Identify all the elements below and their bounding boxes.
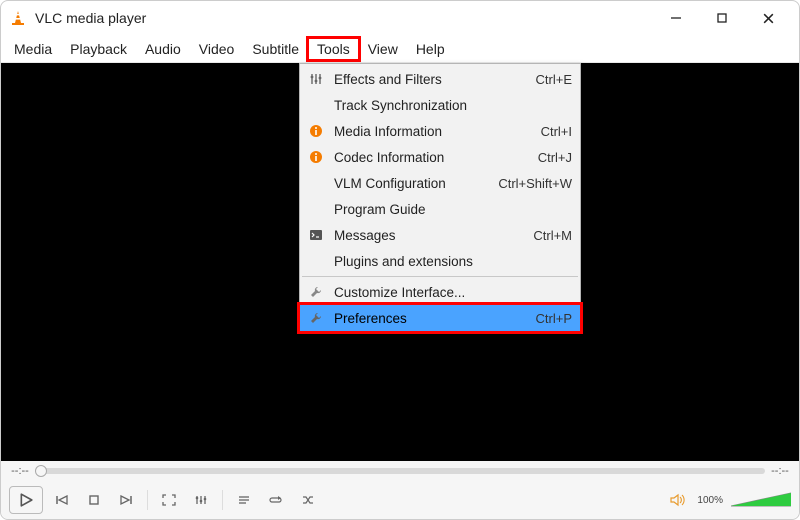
- tools-plugins-extensions[interactable]: Plugins and extensions: [300, 248, 580, 274]
- dd-shortcut: Ctrl+P: [536, 311, 572, 326]
- dd-label: Preferences: [334, 311, 536, 326]
- tools-track-sync[interactable]: Track Synchronization: [300, 92, 580, 118]
- previous-button[interactable]: [49, 488, 75, 512]
- fullscreen-button[interactable]: [156, 488, 182, 512]
- info-icon: [306, 147, 326, 167]
- play-button[interactable]: [9, 486, 43, 514]
- speaker-icon[interactable]: [665, 488, 691, 512]
- dd-label: Messages: [334, 228, 533, 243]
- wrench-icon: [306, 308, 326, 328]
- dd-shortcut: Ctrl+J: [538, 150, 572, 165]
- tools-customize-interface[interactable]: Customize Interface...: [300, 279, 580, 305]
- seekbar-row: --:-- --:--: [1, 461, 799, 481]
- next-button[interactable]: [113, 488, 139, 512]
- minimize-button[interactable]: [653, 3, 699, 33]
- menu-tools[interactable]: Tools: [308, 38, 359, 60]
- playlist-button[interactable]: [231, 488, 257, 512]
- menu-playback[interactable]: Playback: [61, 38, 136, 60]
- menubar: Media Playback Audio Video Subtitle Tool…: [1, 35, 799, 63]
- shuffle-button[interactable]: [295, 488, 321, 512]
- sliders-icon: [306, 69, 326, 89]
- tools-media-info[interactable]: Media Information Ctrl+I: [300, 118, 580, 144]
- dd-label: Program Guide: [334, 202, 572, 217]
- stop-button[interactable]: [81, 488, 107, 512]
- dd-label: Effects and Filters: [334, 72, 536, 87]
- separator: [222, 490, 223, 510]
- dd-shortcut: Ctrl+M: [533, 228, 572, 243]
- extended-settings-button[interactable]: [188, 488, 214, 512]
- seek-slider[interactable]: [35, 468, 765, 474]
- tools-messages[interactable]: Messages Ctrl+M: [300, 222, 580, 248]
- menu-media[interactable]: Media: [5, 38, 61, 60]
- vlc-cone-icon: [9, 9, 27, 27]
- dd-label: VLM Configuration: [334, 176, 498, 191]
- dd-shortcut: Ctrl+E: [536, 72, 572, 87]
- tools-codec-info[interactable]: Codec Information Ctrl+J: [300, 144, 580, 170]
- dd-label: Media Information: [334, 124, 541, 139]
- dd-shortcut: Ctrl+I: [541, 124, 572, 139]
- titlebar: VLC media player: [1, 1, 799, 35]
- tools-dropdown: Effects and Filters Ctrl+E Track Synchro…: [299, 63, 581, 334]
- info-icon: [306, 121, 326, 141]
- wrench-icon: [306, 282, 326, 302]
- dd-shortcut: Ctrl+Shift+W: [498, 176, 572, 191]
- dd-label: Track Synchronization: [334, 98, 572, 113]
- dd-label: Plugins and extensions: [334, 254, 572, 269]
- tools-vlm-config[interactable]: VLM Configuration Ctrl+Shift+W: [300, 170, 580, 196]
- vlc-window: VLC media player Media Playback Audio Vi…: [0, 0, 800, 520]
- maximize-button[interactable]: [699, 3, 745, 33]
- dd-label: Codec Information: [334, 150, 538, 165]
- seek-knob[interactable]: [35, 465, 47, 477]
- tools-effects-filters[interactable]: Effects and Filters Ctrl+E: [300, 66, 580, 92]
- volume-slider[interactable]: [731, 491, 791, 509]
- tools-program-guide[interactable]: Program Guide: [300, 196, 580, 222]
- dropdown-separator: [302, 276, 578, 277]
- menu-subtitle[interactable]: Subtitle: [243, 38, 308, 60]
- tools-preferences[interactable]: Preferences Ctrl+P: [300, 305, 580, 331]
- dd-label: Customize Interface...: [334, 285, 572, 300]
- separator: [147, 490, 148, 510]
- window-title: VLC media player: [35, 10, 146, 26]
- loop-button[interactable]: [263, 488, 289, 512]
- menu-audio[interactable]: Audio: [136, 38, 190, 60]
- volume-label: 100%: [697, 495, 723, 506]
- close-button[interactable]: [745, 3, 791, 33]
- time-total: --:--: [771, 465, 789, 477]
- menu-view[interactable]: View: [359, 38, 407, 60]
- menu-help[interactable]: Help: [407, 38, 454, 60]
- menu-video[interactable]: Video: [190, 38, 244, 60]
- time-elapsed: --:--: [11, 465, 29, 477]
- terminal-icon: [306, 225, 326, 245]
- controls-bar: 100%: [1, 481, 799, 519]
